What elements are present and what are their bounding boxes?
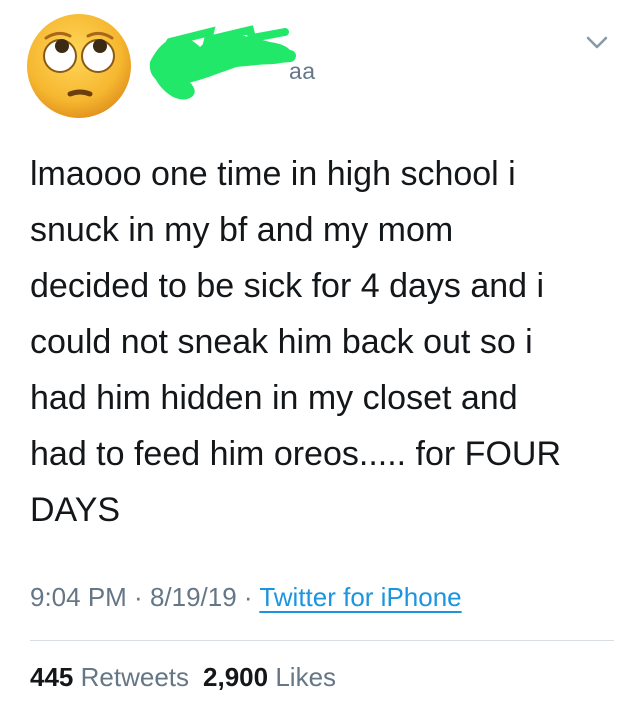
divider <box>30 640 614 641</box>
meta-separator: · <box>236 582 260 612</box>
tweet-date[interactable]: 8/19/19 <box>150 582 237 612</box>
tweet-card: aa lmaooo one time in high school i snuc… <box>0 0 640 704</box>
likes-label: Likes <box>275 662 337 692</box>
tweet-time[interactable]: 9:04 PM <box>30 582 127 612</box>
retweets-label: Retweets <box>80 662 190 692</box>
tweet-meta: 9:04 PM · 8/19/19 · Twitter for iPhone <box>30 582 462 613</box>
likes-stat[interactable]: 2,900 Likes <box>203 662 336 692</box>
retweets-count: 445 <box>30 662 74 692</box>
tweet-source-link[interactable]: Twitter for iPhone <box>259 582 461 612</box>
chevron-down-icon[interactable] <box>582 30 612 54</box>
likes-count: 2,900 <box>203 662 269 692</box>
author-handle-fragment[interactable]: aa <box>289 58 316 85</box>
name-redaction-scribble <box>149 25 296 100</box>
meta-separator: · <box>126 582 150 612</box>
tweet-text: lmaooo one time in high school i snuck i… <box>30 155 562 529</box>
retweets-stat[interactable]: 445 Retweets <box>30 662 189 692</box>
tweet-stats: 445 Retweets 2,900 Likes <box>30 662 336 693</box>
face-with-rolling-eyes-emoji-icon[interactable] <box>22 8 136 122</box>
